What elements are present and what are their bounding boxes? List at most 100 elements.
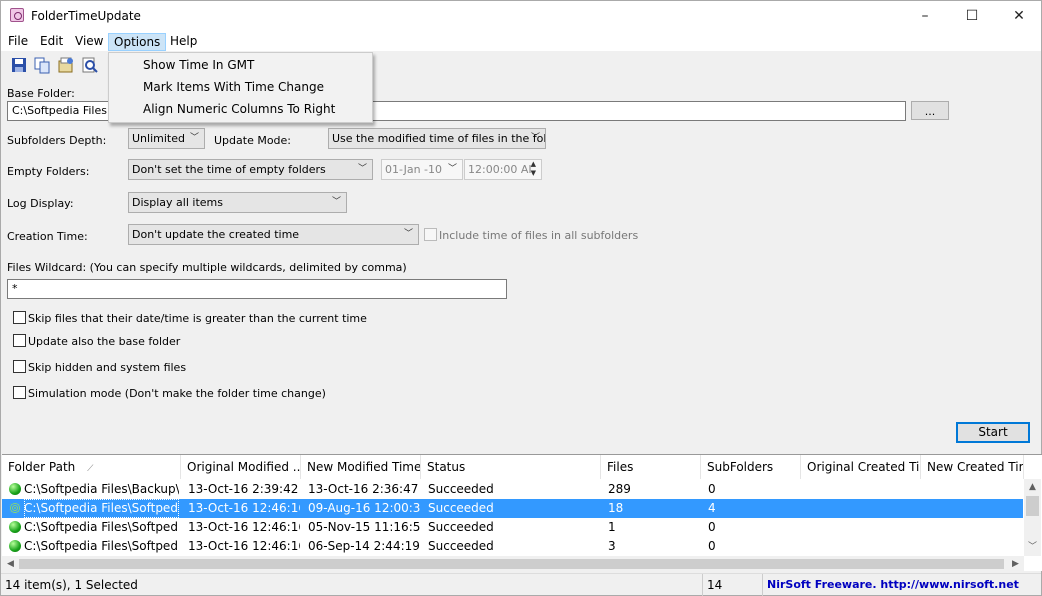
horizontal-scrollbar[interactable]: ◀ ▶ [2,556,1024,572]
table-cell: Succeeded [428,482,494,496]
app-window: FolderTimeUpdate – ☐ ✕ File Edit View Op… [0,0,1042,596]
column-label: Folder Path [8,460,76,474]
status-ok-icon [9,540,21,552]
properties-icon[interactable] [57,56,75,74]
include-subfolders-label: Include time of files in all subfolders [439,229,639,242]
chevron-down-icon: ﹀ [447,164,457,174]
table-cell: C:\Softpedia Files\Softpedia [24,499,179,518]
log-display-label: Log Display: [7,197,74,210]
column-header-files[interactable]: Files [601,455,701,479]
column-header-original-modified[interactable]: Original Modified ... [181,455,301,479]
menu-item-show-gmt[interactable]: Show Time In GMT [110,54,371,76]
table-cell: 06-Sep-14 2:44:19 ... [308,539,420,553]
table-cell: Succeeded [428,520,494,534]
empty-folders-label: Empty Folders: [7,165,90,178]
maximize-button[interactable]: ☐ [949,1,995,31]
chevron-down-icon: ﹀ [357,164,367,174]
table-row[interactable]: C:\Softpedia Files\Softpedi... 13-Oct-16 … [2,518,1023,537]
start-button[interactable]: Start [956,422,1030,443]
menu-item-align-numeric[interactable]: Align Numeric Columns To Right [110,98,371,120]
status-ok-icon [9,502,21,514]
table-cell: Succeeded [428,539,494,553]
table-cell: C:\Softpedia Files\Softpedi... [24,539,179,553]
menu-file[interactable]: File [3,33,33,51]
menu-view[interactable]: View [70,33,108,51]
log-display-value: Display all items [132,196,223,209]
sort-ascending-icon: ⟋ [87,464,94,474]
skip-hidden-label: Skip hidden and system files [28,361,187,374]
table-row[interactable]: C:\Softpedia Files\Backup\... 13-Oct-16 2… [2,480,1023,499]
table-cell: Succeeded [428,501,494,515]
options-menu-dropdown: Show Time In GMT Mark Items With Time Ch… [108,52,373,123]
update-base-checkbox[interactable] [13,334,26,347]
table-cell: 13-Oct-16 12:46:16... [188,520,300,534]
table-cell: 0 [708,520,716,534]
window-title: FolderTimeUpdate [31,9,141,23]
column-header-folder-path[interactable]: Folder Path ⟋ [2,455,181,479]
chevron-down-icon: ﹀ [189,133,199,143]
save-icon[interactable] [10,56,28,74]
empty-date-picker[interactable]: 01-Jan -10 ﹀ [381,159,463,180]
menu-help[interactable]: Help [165,33,202,51]
scroll-left-icon[interactable]: ◀ [2,556,19,572]
wildcard-label: Files Wildcard: (You can specify multipl… [7,261,407,274]
log-display-select[interactable]: Display all items ﹀ [128,192,347,213]
empty-time-picker[interactable]: 12:00:00 AI ▲ ▼ [464,159,542,180]
empty-folders-value: Don't set the time of empty folders [132,163,326,176]
creation-time-select[interactable]: Don't update the created time ﹀ [128,224,419,245]
empty-date-value: 01-Jan -10 [385,163,442,176]
table-cell: 05-Nov-15 11:16:5... [308,520,420,534]
table-cell: 289 [608,482,631,496]
menu-edit[interactable]: Edit [35,33,68,51]
simulation-checkbox[interactable] [13,386,26,399]
table-cell: 4 [708,501,716,515]
update-mode-label: Update Mode: [214,134,292,147]
simulation-label: Simulation mode (Don't make the folder t… [28,387,326,400]
browse-button[interactable]: ... [911,101,949,120]
title-bar: FolderTimeUpdate – ☐ ✕ [1,1,1041,31]
empty-time-value: 12:00:00 AI [468,163,532,176]
menu-options[interactable]: Options [108,33,167,51]
column-header-subfolders[interactable]: SubFolders [701,455,801,479]
update-base-label: Update also the base folder [28,335,181,348]
scroll-right-icon[interactable]: ▶ [1007,556,1024,572]
scroll-thumb[interactable] [1026,496,1039,516]
minimize-button[interactable]: – [902,1,948,31]
table-row[interactable]: C:\Softpedia Files\Softpedi... 13-Oct-16 … [2,537,1023,556]
close-button[interactable]: ✕ [996,1,1042,31]
subfolders-depth-select[interactable]: Unlimited ﹀ [128,128,205,149]
subfolders-depth-value: Unlimited [132,132,185,145]
table-cell: 3 [608,539,616,553]
table-cell: 18 [608,501,624,515]
skip-hidden-checkbox[interactable] [13,360,26,373]
update-mode-select[interactable]: Use the modified time of files in the fo… [328,128,546,149]
creation-time-value: Don't update the created time [132,228,300,241]
scroll-down-icon[interactable]: ﹀ [1024,539,1041,555]
column-header-status[interactable]: Status [421,455,601,479]
column-header-new-created[interactable]: New Created Time [921,455,1024,479]
table-row[interactable]: C:\Softpedia Files\Softpedia 13-Oct-16 12… [2,499,1023,518]
table-cell: 13-Oct-16 12:46:16... [188,501,300,515]
scroll-up-icon[interactable]: ▲ [1024,479,1041,495]
nirsoft-link[interactable]: NirSoft Freeware. http://www.nirsoft.net [763,574,1039,596]
column-header-new-modified[interactable]: New Modified Time [301,455,421,479]
menu-bar: File Edit View Options Help [1,31,1041,51]
spinner-icon: ▲ ▼ [530,160,536,177]
column-header-original-created[interactable]: Original Created Ti... [801,455,921,479]
vertical-scrollbar[interactable]: ▲ ﹀ [1024,479,1041,556]
menu-item-mark-time-change[interactable]: Mark Items With Time Change [110,76,371,98]
table-cell: 0 [708,539,716,553]
copy-icon[interactable] [33,56,51,74]
skip-future-checkbox[interactable] [13,311,26,324]
status-items: 14 item(s), 1 Selected [1,574,703,596]
table-cell: 09-Aug-16 12:00:3... [308,501,420,515]
empty-folders-select[interactable]: Don't set the time of empty folders ﹀ [128,159,373,180]
chevron-down-icon: ﹀ [403,229,413,239]
app-icon [10,8,24,22]
wildcard-input[interactable]: * [7,279,507,299]
chevron-down-icon: ﹀ [530,133,540,143]
table-cell: 13-Oct-16 12:46:16... [188,539,300,553]
include-subfolders-checkbox[interactable] [424,228,437,241]
find-icon[interactable] [81,56,99,74]
hscroll-thumb[interactable] [19,559,1004,569]
